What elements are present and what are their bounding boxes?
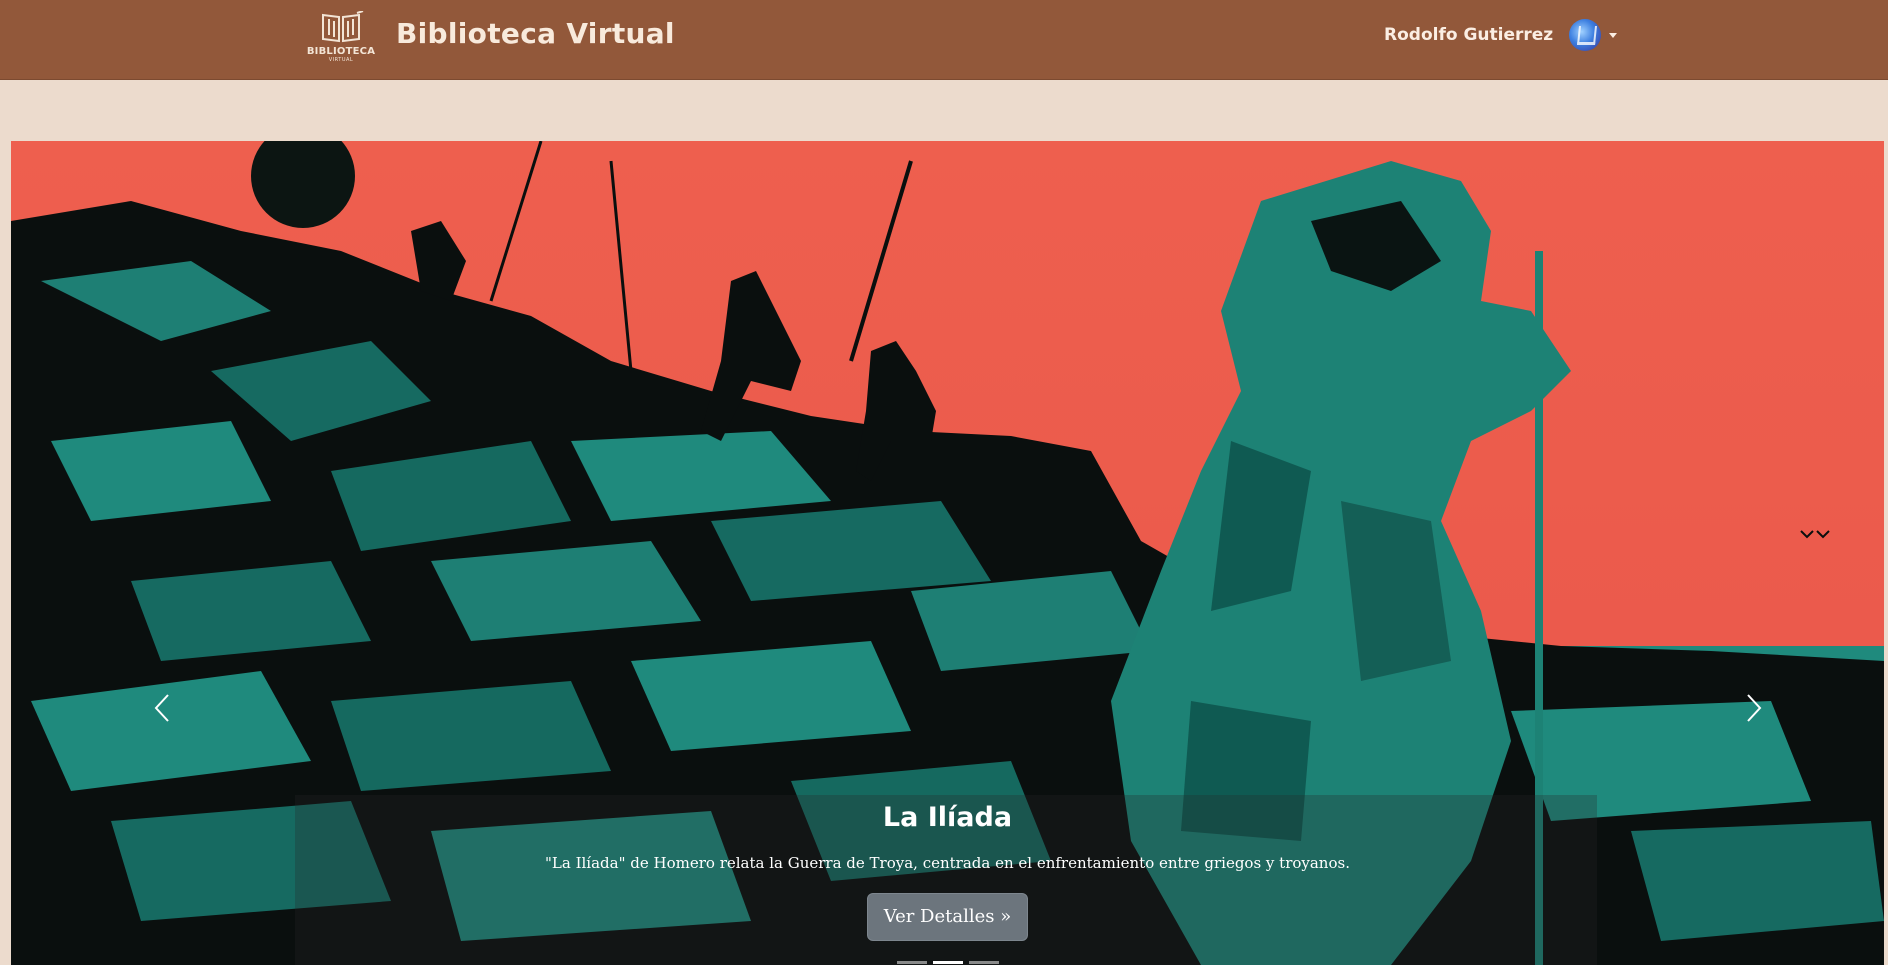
book-carousel: La Ilíada "La Ilíada" de Homero relata l… <box>11 141 1884 965</box>
carousel-indicator-3[interactable] <box>968 961 999 964</box>
carousel-prev-button[interactable] <box>142 686 182 730</box>
caret-down-icon <box>1609 32 1618 38</box>
logo-text: BIBLIOTECA <box>306 46 376 57</box>
user-menu-toggle[interactable]: Rodolfo Gutierrez <box>1384 19 1618 51</box>
view-details-button[interactable]: Ver Detalles » <box>867 893 1028 941</box>
slide-title: La Ilíada <box>882 802 1013 833</box>
brand-logo[interactable]: BIBLIOTECA VIRTUAL <box>306 11 376 66</box>
carousel-indicator-1[interactable] <box>896 961 927 964</box>
user-name: Rodolfo Gutierrez <box>1384 25 1554 45</box>
slide-description: "La Ilíada" de Homero relata la Guerra d… <box>545 854 1350 872</box>
chevron-left-icon <box>154 694 169 722</box>
chevron-right-icon <box>1747 694 1762 722</box>
site-title[interactable]: Biblioteca Virtual <box>396 14 675 54</box>
avatar <box>1569 19 1602 51</box>
carousel-next-button[interactable] <box>1734 686 1774 730</box>
book-logo-icon <box>322 11 364 43</box>
navbar: BIBLIOTECA VIRTUAL Biblioteca Virtual Ro… <box>0 0 1888 80</box>
carousel-indicators <box>11 961 1884 965</box>
carousel-indicator-2[interactable] <box>932 961 963 964</box>
logo-subtext: VIRTUAL <box>328 57 354 63</box>
